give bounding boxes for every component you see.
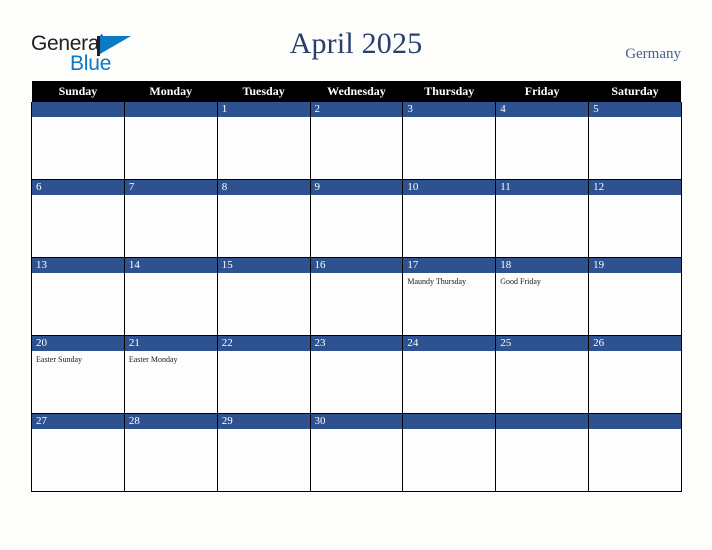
day-cell-22[interactable]: 22 [216, 335, 311, 414]
day-number: 2 [310, 102, 403, 117]
day-cell-28[interactable]: 28 [123, 413, 218, 492]
day-cell-10[interactable]: 10 [402, 179, 497, 258]
day-number: 14 [124, 258, 217, 273]
holiday-event[interactable]: Easter Monday [129, 354, 214, 365]
day-number: 29 [217, 414, 310, 429]
day-number: 20 [32, 336, 124, 351]
day-cell-empty[interactable] [402, 413, 497, 492]
day-number: 12 [589, 180, 681, 195]
day-number: 28 [124, 414, 217, 429]
day-cell-14[interactable]: 14 [123, 257, 218, 336]
day-cell-1[interactable]: 1 [216, 102, 311, 180]
weekday-header-sunday: Sunday [31, 81, 125, 102]
event-list: Easter Monday [125, 351, 217, 365]
day-number: 4 [496, 102, 589, 117]
calendar-table: Sunday Monday Tuesday Wednesday Thursday Frid… [31, 81, 682, 492]
day-number: 15 [217, 258, 310, 273]
day-number [496, 414, 589, 429]
day-cell-18[interactable]: 18 Good Friday [495, 257, 590, 336]
day-cell-25[interactable]: 25 [495, 335, 590, 414]
day-number: 11 [496, 180, 589, 195]
day-cell-4[interactable]: 4 [495, 102, 590, 180]
day-cell-13[interactable]: 13 [31, 257, 125, 336]
day-cell-15[interactable]: 15 [216, 257, 311, 336]
day-cell-17[interactable]: 17 Maundy Thursday [402, 257, 497, 336]
day-cell-2[interactable]: 2 [309, 102, 404, 180]
day-cell-empty[interactable] [495, 413, 590, 492]
calendar-container: Sunday Monday Tuesday Wednesday Thursday Frid… [31, 81, 682, 492]
calendar-week-row: 13 14 15 16 17 Maundy Thursday 18 Good Friday 19 [31, 257, 682, 336]
event-list: Good Friday [496, 273, 588, 287]
event-list: Easter Sunday [32, 351, 124, 365]
page-header: General Blue April 2025 Germany [0, 0, 712, 81]
day-cell-9[interactable]: 9 [309, 179, 404, 258]
weekday-header-tuesday: Tuesday [217, 81, 311, 102]
day-number: 23 [310, 336, 403, 351]
day-number: 22 [217, 336, 310, 351]
day-cell-7[interactable]: 7 [123, 179, 218, 258]
day-cell-5[interactable]: 5 [588, 102, 682, 180]
day-cell-24[interactable]: 24 [402, 335, 497, 414]
day-cell-12[interactable]: 12 [588, 179, 682, 258]
day-cell-23[interactable]: 23 [309, 335, 404, 414]
day-number: 19 [589, 258, 681, 273]
day-number: 6 [32, 180, 124, 195]
day-cell-6[interactable]: 6 [31, 179, 125, 258]
day-cell-3[interactable]: 3 [402, 102, 497, 180]
day-number: 17 [403, 258, 496, 273]
day-number: 25 [496, 336, 589, 351]
day-number: 16 [310, 258, 403, 273]
day-cell-21[interactable]: 21 Easter Monday [123, 335, 218, 414]
day-cell-30[interactable]: 30 [309, 413, 404, 492]
day-cell-11[interactable]: 11 [495, 179, 590, 258]
day-cell-empty[interactable] [588, 413, 682, 492]
weekday-header-thursday: Thursday [402, 81, 496, 102]
day-number: 8 [217, 180, 310, 195]
weekday-header-friday: Friday [495, 81, 589, 102]
page-title: April 2025 [289, 27, 423, 60]
day-cell-26[interactable]: 26 [588, 335, 682, 414]
weekday-header-monday: Monday [124, 81, 218, 102]
day-number: 30 [310, 414, 403, 429]
day-number: 1 [217, 102, 310, 117]
day-number: 9 [310, 180, 403, 195]
calendar-header-row: Sunday Monday Tuesday Wednesday Thursday Frid… [31, 81, 682, 102]
holiday-event[interactable]: Good Friday [500, 276, 585, 287]
day-number: 3 [403, 102, 496, 117]
day-number [589, 414, 681, 429]
day-cell-20[interactable]: 20 Easter Sunday [31, 335, 125, 414]
calendar-week-row: 12345 [31, 102, 682, 180]
day-number [124, 102, 217, 117]
day-number: 13 [32, 258, 124, 273]
holiday-event[interactable]: Easter Sunday [36, 354, 121, 365]
day-cell-empty[interactable] [123, 102, 218, 180]
day-number: 10 [403, 180, 496, 195]
calendar-week-row: 20 Easter Sunday 21 Easter Monday 22 23 24 25 26 [31, 335, 682, 414]
day-cell-27[interactable]: 27 [31, 413, 125, 492]
day-number: 27 [32, 414, 124, 429]
holiday-event[interactable]: Maundy Thursday [407, 276, 492, 287]
weekday-header-saturday: Saturday [588, 81, 682, 102]
day-cell-empty[interactable] [31, 102, 125, 180]
day-number [403, 414, 496, 429]
day-number [32, 102, 124, 117]
weekday-header-wednesday: Wednesday [310, 81, 403, 102]
day-cell-19[interactable]: 19 [588, 257, 682, 336]
country-label: Germany [625, 46, 681, 62]
day-number: 18 [496, 258, 589, 273]
day-number: 24 [403, 336, 496, 351]
calendar-body: 1 2 3 4 5 6 7 8 9 10 11 12 13 14 15 16 17 Maundy Thursday… [31, 102, 682, 492]
day-number: 7 [124, 180, 217, 195]
day-number: 21 [124, 336, 217, 351]
calendar-week-row: 6 7 8 9 10 11 12 [31, 179, 682, 258]
day-number: 5 [589, 102, 681, 117]
day-cell-8[interactable]: 8 [216, 179, 311, 258]
day-number: 26 [589, 336, 681, 351]
calendar-week-row: 27 28 29 30 [31, 413, 682, 492]
event-list: Maundy Thursday [403, 273, 495, 287]
day-cell-29[interactable]: 29 [216, 413, 311, 492]
day-cell-16[interactable]: 16 [309, 257, 404, 336]
